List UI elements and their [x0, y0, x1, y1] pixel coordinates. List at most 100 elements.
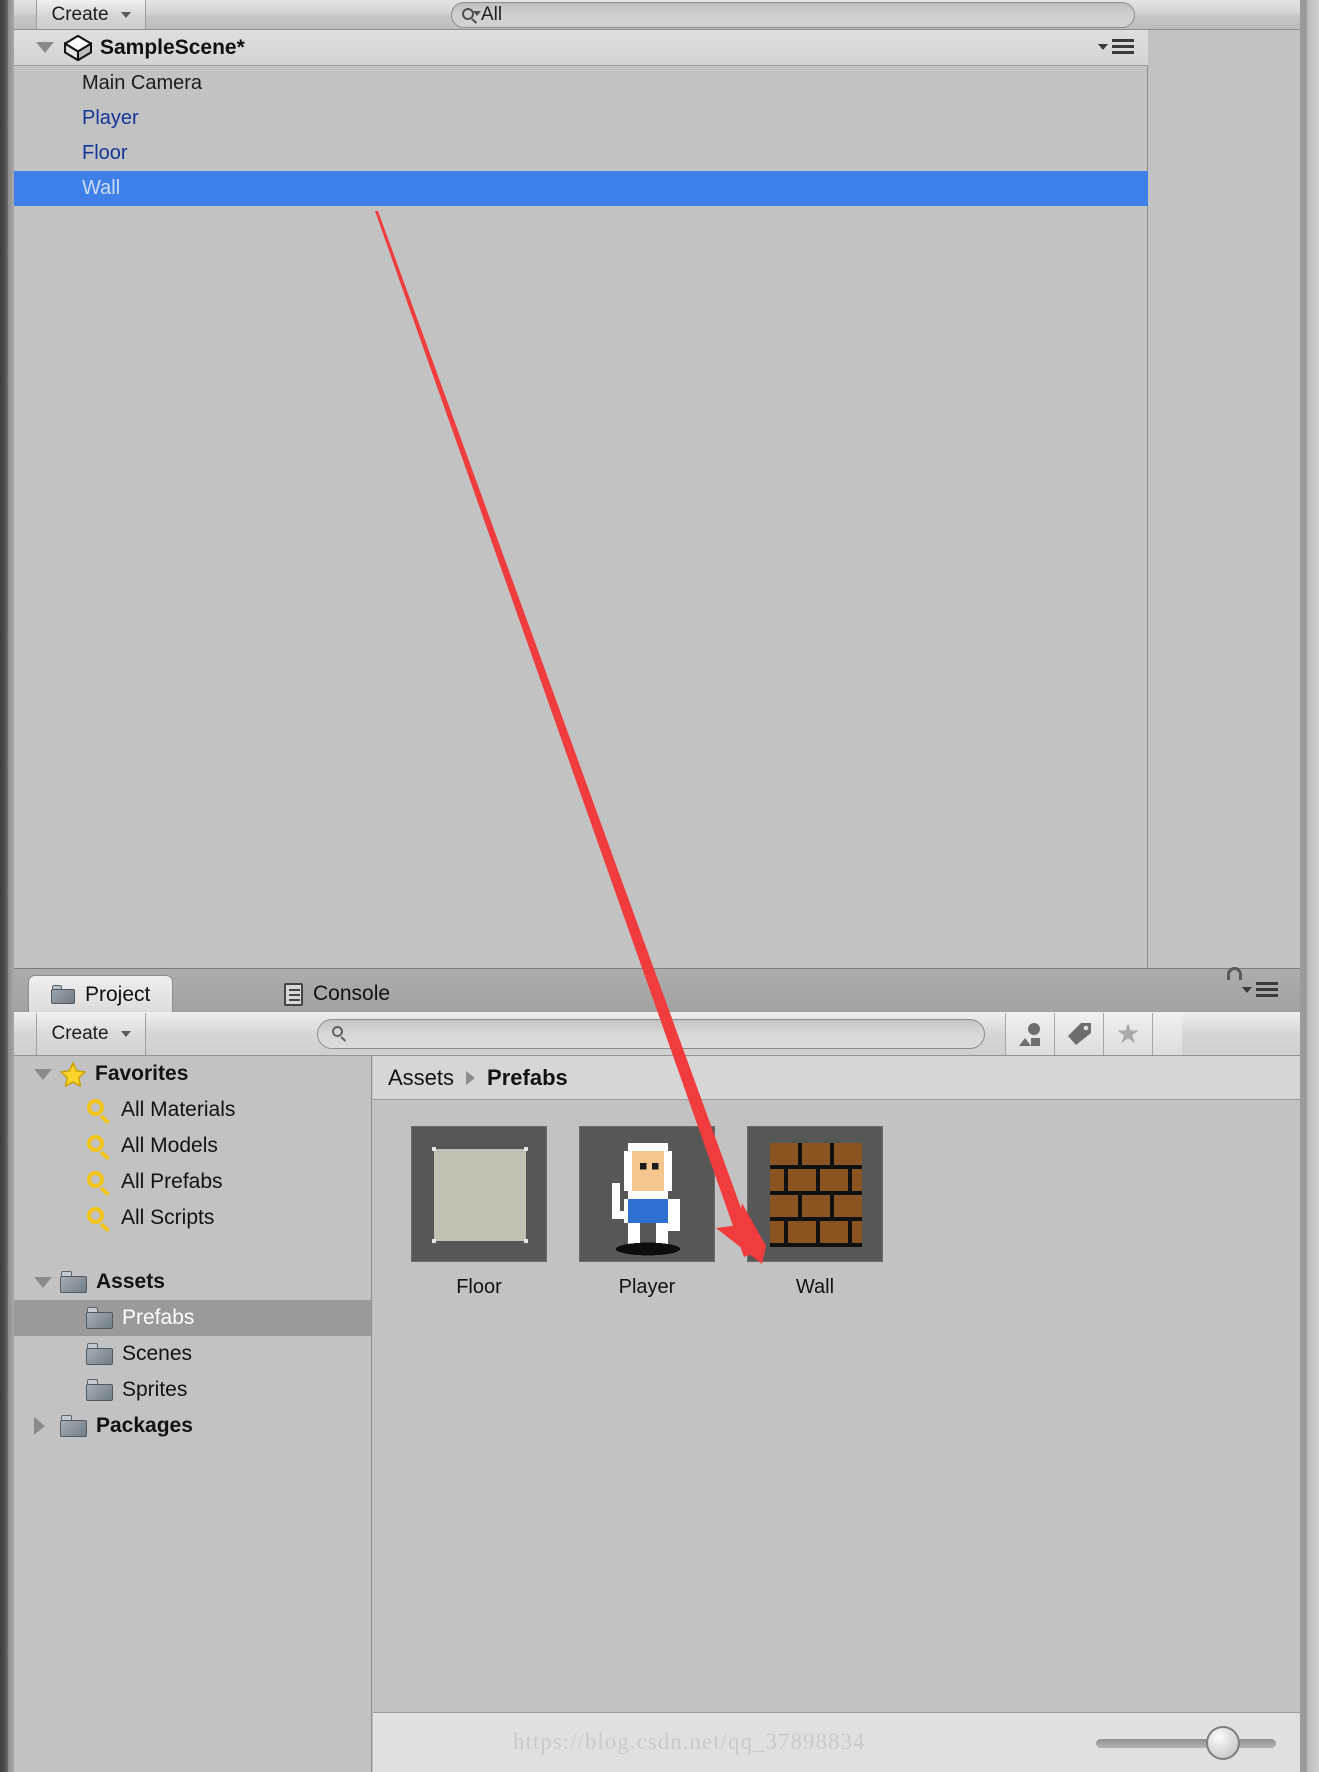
search-icon	[86, 1206, 112, 1232]
type-filter-button[interactable]	[1005, 1013, 1054, 1055]
hierarchy-create-button[interactable]: Create	[36, 0, 146, 29]
triangle-down-icon[interactable]	[34, 1068, 60, 1080]
tree-item-label: Scenes	[122, 1342, 193, 1365]
tree-item-label: Packages	[96, 1414, 193, 1437]
bottom-panel-tabbar: Project Console	[14, 967, 1300, 1013]
tree-item-all-models[interactable]: All Models	[14, 1128, 371, 1164]
breadcrumb-root[interactable]: Assets	[388, 1065, 454, 1091]
tab-project-label: Project	[85, 982, 151, 1006]
asset-label: Wall	[795, 1276, 835, 1298]
search-icon	[86, 1098, 112, 1124]
tree-item-all-scripts[interactable]: All Scripts	[14, 1200, 371, 1236]
asset-label: Floor	[456, 1276, 502, 1298]
tree-item-label: Prefabs	[122, 1306, 195, 1329]
asset-item-player[interactable]: Player	[579, 1126, 715, 1299]
hierarchy-item-floor[interactable]: Floor	[14, 136, 1148, 171]
panel-menu-icon	[1112, 39, 1134, 54]
folder-icon	[60, 1415, 87, 1437]
search-icon	[86, 1170, 112, 1196]
tree-item-sprites[interactable]: Sprites	[14, 1372, 371, 1408]
tree-item-scenes[interactable]: Scenes	[14, 1336, 371, 1372]
tree-item-all-prefabs[interactable]: All Prefabs	[14, 1164, 371, 1200]
watermark: https://blog.csdn.net/qq_37898834	[513, 1729, 866, 1754]
project-panel-menu-button[interactable]	[1242, 982, 1278, 997]
search-dropdown-icon	[462, 7, 481, 24]
tab-console[interactable]: Console	[262, 975, 412, 1013]
triangle-down-icon[interactable]	[36, 42, 54, 53]
chevron-down-icon	[1098, 43, 1108, 50]
thumbnail-zoom-slider-knob[interactable]	[1206, 1726, 1240, 1760]
asset-thumbnail-floor[interactable]	[411, 1126, 547, 1262]
tree-item-label: Sprites	[122, 1378, 188, 1401]
hierarchy-item-label: Main Camera	[82, 72, 203, 94]
hierarchy-item-label: Player	[82, 107, 139, 129]
thumbnail-zoom-slider[interactable]	[1096, 1739, 1276, 1748]
folder-icon	[86, 1343, 113, 1365]
project-search-input[interactable]	[317, 1019, 985, 1049]
asset-type-icon	[1019, 1023, 1040, 1046]
unity-editor-window: Create All SampleScene* Main Camera Play…	[0, 0, 1319, 1772]
search-icon	[86, 1134, 112, 1160]
document-icon	[284, 982, 303, 1006]
favorite-filter-button[interactable]: ★	[1103, 1013, 1152, 1055]
tree-item-favorites[interactable]: Favorites	[14, 1056, 371, 1092]
hierarchy-scene-row[interactable]: SampleScene*	[14, 30, 1148, 66]
asset-thumbnail-player[interactable]	[579, 1126, 715, 1262]
folder-icon	[60, 1271, 87, 1293]
hierarchy-object-list: Main Camera Player Floor Wall	[14, 66, 1148, 968]
hierarchy-panel: SampleScene* Main Camera Player Floor Wa…	[14, 30, 1148, 968]
asset-browser: Assets Prefabs Floor Player Wall	[373, 1056, 1300, 1772]
tree-item-prefabs[interactable]: Prefabs	[14, 1300, 371, 1336]
tree-item-label: All Models	[121, 1134, 218, 1157]
tree-item-label: All Scripts	[121, 1206, 215, 1229]
star-icon: ★	[1115, 1018, 1141, 1049]
hierarchy-search-input[interactable]: All	[451, 2, 1135, 28]
folder-icon	[86, 1307, 113, 1329]
hierarchy-item-main-camera[interactable]: Main Camera	[14, 66, 1148, 101]
hierarchy-create-label: Create	[51, 3, 109, 25]
window-right-divider	[1300, 0, 1307, 1772]
asset-grid: Floor Player Wall	[373, 1101, 1300, 1712]
chevron-down-icon	[120, 1031, 131, 1037]
folder-icon	[86, 1379, 113, 1401]
hierarchy-item-wall[interactable]: Wall	[14, 171, 1148, 206]
asset-item-floor[interactable]: Floor	[411, 1126, 547, 1299]
chevron-down-icon	[120, 11, 131, 18]
scene-name-label: SampleScene*	[100, 35, 245, 59]
tag-icon	[1068, 1023, 1091, 1045]
tree-item-assets[interactable]: Assets	[14, 1264, 371, 1300]
project-folder-tree: Favorites All Materials All Models All P…	[14, 1056, 372, 1772]
unity-scene-icon	[64, 34, 92, 61]
floor-sprite	[434, 1149, 526, 1241]
folder-icon	[51, 985, 75, 1004]
asset-item-wall[interactable]: Wall	[747, 1126, 883, 1299]
asset-browser-status-bar: https://blog.csdn.net/qq_37898834	[373, 1712, 1300, 1772]
hierarchy-panel-menu-button[interactable]	[1098, 39, 1134, 54]
tree-item-all-materials[interactable]: All Materials	[14, 1092, 371, 1128]
tree-item-label: All Prefabs	[121, 1170, 223, 1193]
hierarchy-toolbar: Create All	[14, 0, 1300, 30]
project-create-button[interactable]: Create	[36, 1013, 146, 1055]
breadcrumb-current: Prefabs	[487, 1064, 568, 1090]
triangle-down-icon[interactable]	[34, 1276, 60, 1288]
asset-thumbnail-wall[interactable]	[747, 1126, 883, 1262]
tab-console-label: Console	[313, 982, 391, 1005]
window-left-edge	[0, 0, 8, 1772]
tree-item-label: Assets	[96, 1270, 165, 1293]
project-create-label: Create	[51, 1023, 109, 1044]
tree-item-label: Favorites	[95, 1062, 189, 1085]
hierarchy-search-value: All	[481, 4, 503, 25]
triangle-right-icon[interactable]	[34, 1417, 60, 1435]
chevron-down-icon	[1242, 986, 1252, 993]
toolbar-end-spacer	[1152, 1013, 1182, 1055]
hierarchy-item-player[interactable]: Player	[14, 101, 1148, 136]
hierarchy-item-label: Floor	[82, 142, 128, 164]
hierarchy-item-label: Wall	[82, 177, 121, 199]
label-filter-button[interactable]	[1054, 1013, 1103, 1055]
tree-item-packages[interactable]: Packages	[14, 1408, 371, 1444]
project-toolbar: Create ★	[14, 1012, 1300, 1056]
tab-project[interactable]: Project	[28, 975, 174, 1013]
window-right-edge	[1307, 0, 1319, 1772]
breadcrumb-arrow-icon	[466, 1070, 476, 1085]
